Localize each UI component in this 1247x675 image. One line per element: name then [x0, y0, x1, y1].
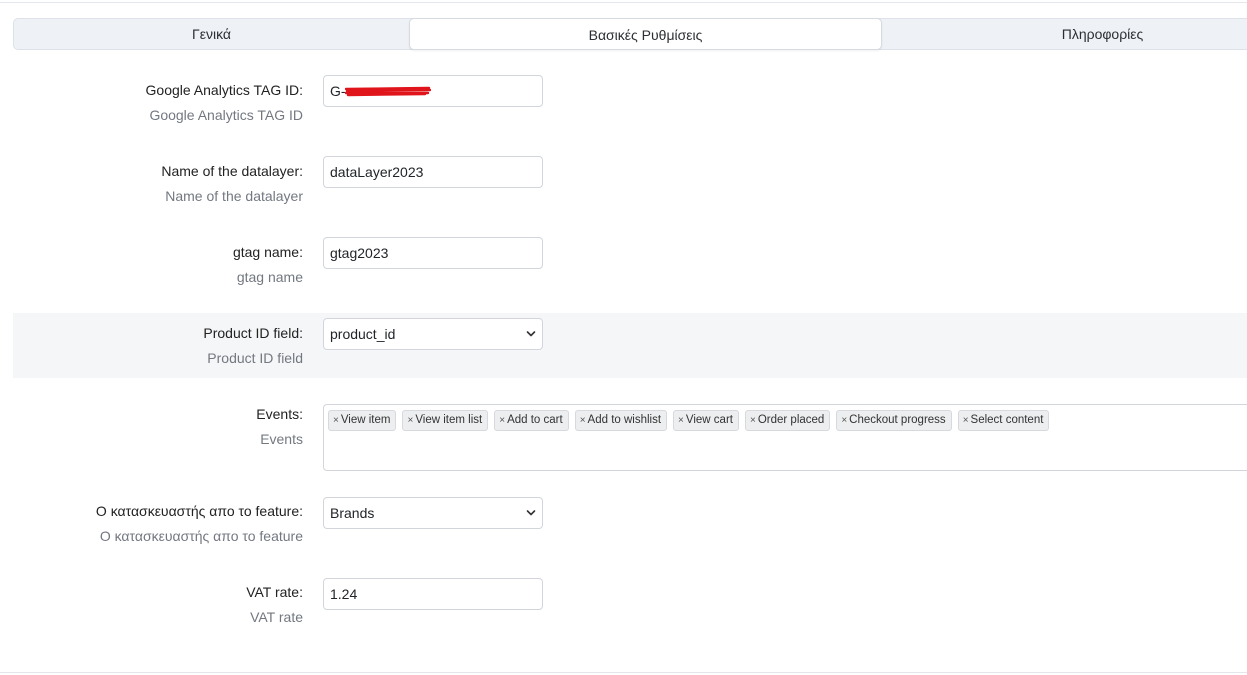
chevron-down-icon — [526, 510, 536, 516]
remove-tag-icon[interactable]: × — [333, 415, 339, 426]
tab-bar: Γενικά Βασικές Ρυθμίσεις Πληροφορίες — [13, 18, 1247, 50]
bottom-divider — [0, 672, 1247, 673]
gtag-name-input[interactable]: gtag2023 — [323, 237, 543, 269]
events-label: Events: — [256, 406, 303, 422]
event-tag: × Order placed — [744, 410, 831, 431]
form-row-events: Events: Events × View item × View item list… — [13, 390, 1247, 480]
product-id-field-selected: product_id — [330, 326, 396, 342]
gtag-name-label: gtag name: — [232, 244, 303, 260]
events-multiselect[interactable]: × View item × View item list × Add to cart × Ad… — [323, 404, 1247, 471]
datalayer-name-help: Name of the datalayer — [165, 188, 303, 204]
tab-info[interactable]: Πληροφορίες — [882, 18, 1247, 50]
vat-rate-help: VAT rate — [250, 609, 303, 625]
event-tag: × View cart — [673, 410, 739, 431]
remove-tag-icon[interactable]: × — [841, 415, 847, 426]
ga-tag-id-value: G- — [330, 83, 346, 99]
vat-rate-input[interactable]: 1.24 — [323, 578, 543, 610]
remove-tag-icon[interactable]: × — [750, 415, 756, 426]
tab-general[interactable]: Γενικά — [14, 18, 409, 50]
product-id-field-help: Product ID field — [207, 350, 303, 366]
remove-tag-icon[interactable]: × — [407, 415, 413, 426]
form-row-vat-rate: VAT rate: VAT rate 1.24 — [13, 565, 1247, 641]
tab-basic-settings[interactable]: Βασικές Ρυθμίσεις — [409, 18, 882, 50]
remove-tag-icon[interactable]: × — [580, 415, 586, 426]
form-row-datalayer-name: Name of the datalayer: Name of the datal… — [13, 143, 1247, 219]
datalayer-name-label: Name of the datalayer: — [161, 163, 303, 179]
form-row-ga-tag-id: Google Analytics TAG ID: Google Analytic… — [13, 62, 1247, 138]
redaction-scribble-icon — [345, 86, 431, 97]
form-row-gtag-name: gtag name: gtag name gtag2023 — [13, 224, 1247, 300]
manufacturer-feature-help: Ο κατασκευαστής απο το feature — [99, 528, 303, 544]
product-id-field-select[interactable]: product_id — [323, 318, 543, 350]
manufacturer-feature-select[interactable]: Brands — [323, 497, 543, 529]
form-row-manufacturer-feature: Ο κατασκευαστής απο το feature: Ο κατασκ… — [13, 485, 1247, 561]
settings-page: Γενικά Βασικές Ρυθμίσεις Πληροφορίες Goo… — [0, 0, 1247, 675]
remove-tag-icon[interactable]: × — [963, 415, 969, 426]
vat-rate-label: VAT rate: — [246, 584, 303, 600]
form-row-product-id-field: Product ID field: Product ID field produ… — [13, 313, 1247, 378]
event-tag: × Add to wishlist — [574, 410, 668, 431]
manufacturer-feature-label: Ο κατασκευαστής απο το feature: — [95, 503, 303, 519]
product-id-field-label: Product ID field: — [203, 325, 303, 341]
event-tag: × Select content — [957, 410, 1050, 431]
gtag-name-help: gtag name — [236, 269, 303, 285]
event-tag: × Checkout progress — [836, 410, 952, 431]
chevron-down-icon — [526, 331, 536, 337]
top-divider — [0, 0, 1247, 3]
event-tag: × Add to cart — [494, 410, 569, 431]
manufacturer-feature-selected: Brands — [330, 505, 375, 521]
ga-tag-id-help: Google Analytics TAG ID — [149, 107, 303, 123]
ga-tag-id-input[interactable]: G- — [323, 75, 543, 107]
remove-tag-icon[interactable]: × — [499, 415, 505, 426]
ga-tag-id-label: Google Analytics TAG ID: — [145, 82, 303, 98]
events-help: Events — [260, 431, 303, 447]
event-tag: × View item list — [402, 410, 489, 431]
event-tag: × View item — [328, 410, 397, 431]
datalayer-name-input[interactable]: dataLayer2023 — [323, 156, 543, 188]
remove-tag-icon[interactable]: × — [678, 415, 684, 426]
